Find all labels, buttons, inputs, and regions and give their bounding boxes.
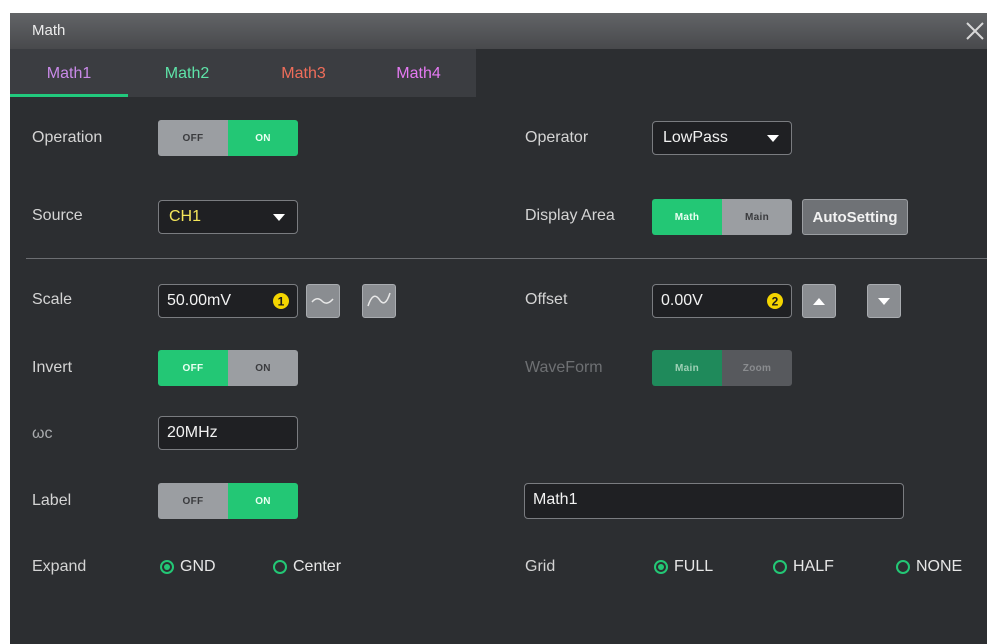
display-area-toggle[interactable]: Math Main <box>652 199 792 235</box>
offset-label: Offset <box>525 291 568 308</box>
wc-value: 20MHz <box>167 424 218 441</box>
label-text-value: Math1 <box>533 491 578 508</box>
operation-label: Operation <box>32 129 103 146</box>
tab-math4[interactable]: Math4 <box>361 49 476 97</box>
grid-option-full-label: FULL <box>674 558 714 575</box>
operator-value: LowPass <box>663 129 728 146</box>
label-on[interactable]: ON <box>228 483 298 519</box>
wc-field[interactable]: 20MHz <box>158 416 298 450</box>
waveform-main: Main <box>652 350 722 386</box>
label-off[interactable]: OFF <box>158 483 228 519</box>
expand-option-gnd[interactable]: GND <box>160 558 216 576</box>
invert-toggle[interactable]: OFF ON <box>158 350 298 386</box>
arrow-up-icon <box>813 298 825 305</box>
close-icon[interactable] <box>963 16 987 46</box>
tab-math3[interactable]: Math3 <box>246 49 361 97</box>
operator-label: Operator <box>525 129 589 146</box>
radio-selected-icon <box>654 560 668 574</box>
label-text-input[interactable]: Math1 <box>524 483 904 519</box>
scale-label: Scale <box>32 291 73 308</box>
autosetting-button[interactable]: AutoSetting <box>802 199 908 235</box>
knob-1-number: 1 <box>278 295 285 309</box>
grid-option-full[interactable]: FULL <box>654 558 713 576</box>
invert-label: Invert <box>32 359 73 376</box>
operation-on[interactable]: ON <box>228 120 298 156</box>
display-area-math[interactable]: Math <box>652 199 722 235</box>
knob-1-icon: 1 <box>273 293 289 309</box>
tab-math2[interactable]: Math2 <box>128 49 246 97</box>
wc-label: ωc <box>32 425 53 442</box>
arrow-down-icon <box>878 298 890 305</box>
offset-down-button[interactable] <box>867 284 901 318</box>
wave-small-icon <box>311 298 334 304</box>
radio-unselected-icon <box>896 560 910 574</box>
radio-unselected-icon <box>773 560 787 574</box>
scale-fine-button[interactable] <box>306 284 340 318</box>
source-dropdown[interactable]: CH1 <box>158 200 298 234</box>
knob-2-icon: 2 <box>767 293 783 309</box>
active-tab-indicator <box>10 94 128 97</box>
offset-value: 0.00V <box>661 292 703 309</box>
math-tabs: Math1 Math2 Math3 Math4 <box>10 49 476 97</box>
section-divider <box>26 258 987 259</box>
grid-option-none-label: NONE <box>916 558 963 575</box>
operation-toggle[interactable]: OFF ON <box>158 120 298 156</box>
grid-option-half[interactable]: HALF <box>773 558 834 576</box>
scale-value: 50.00mV <box>167 292 232 309</box>
expand-option-gnd-label: GND <box>180 558 216 575</box>
expand-label: Expand <box>32 558 87 575</box>
wave-large-icon <box>367 292 391 307</box>
source-label: Source <box>32 207 83 224</box>
expand-option-center-label: Center <box>293 558 342 575</box>
radio-unselected-icon <box>273 560 287 574</box>
chevron-down-icon <box>767 135 779 142</box>
waveform-toggle: Main Zoom <box>652 350 792 386</box>
display-area-label: Display Area <box>525 207 615 224</box>
dialog-title: Math <box>32 22 66 39</box>
offset-up-button[interactable] <box>802 284 836 318</box>
radio-selected-icon <box>160 560 174 574</box>
label-toggle[interactable]: OFF ON <box>158 483 298 519</box>
offset-field[interactable]: 0.00V 2 <box>652 284 792 318</box>
waveform-zoom: Zoom <box>722 350 792 386</box>
invert-off[interactable]: OFF <box>158 350 228 386</box>
label-label: Label <box>32 492 72 509</box>
grid-option-none[interactable]: NONE <box>896 558 962 576</box>
expand-option-center[interactable]: Center <box>273 558 341 576</box>
operator-dropdown[interactable]: LowPass <box>652 121 792 155</box>
waveform-label: WaveForm <box>525 359 603 376</box>
source-value: CH1 <box>169 208 202 225</box>
scale-field[interactable]: 50.00mV 1 <box>158 284 298 318</box>
knob-2-number: 2 <box>772 295 779 309</box>
operation-off[interactable]: OFF <box>158 120 228 156</box>
math-dialog: Math Math1 Math2 Math3 Math4 Operation O… <box>10 13 987 644</box>
title-bar: Math <box>10 13 987 49</box>
invert-on[interactable]: ON <box>228 350 298 386</box>
chevron-down-icon <box>273 214 285 221</box>
tab-math1[interactable]: Math1 <box>10 49 128 97</box>
grid-option-half-label: HALF <box>793 558 834 575</box>
grid-label: Grid <box>525 558 556 575</box>
scale-coarse-button[interactable] <box>362 284 396 318</box>
display-area-main[interactable]: Main <box>722 199 792 235</box>
